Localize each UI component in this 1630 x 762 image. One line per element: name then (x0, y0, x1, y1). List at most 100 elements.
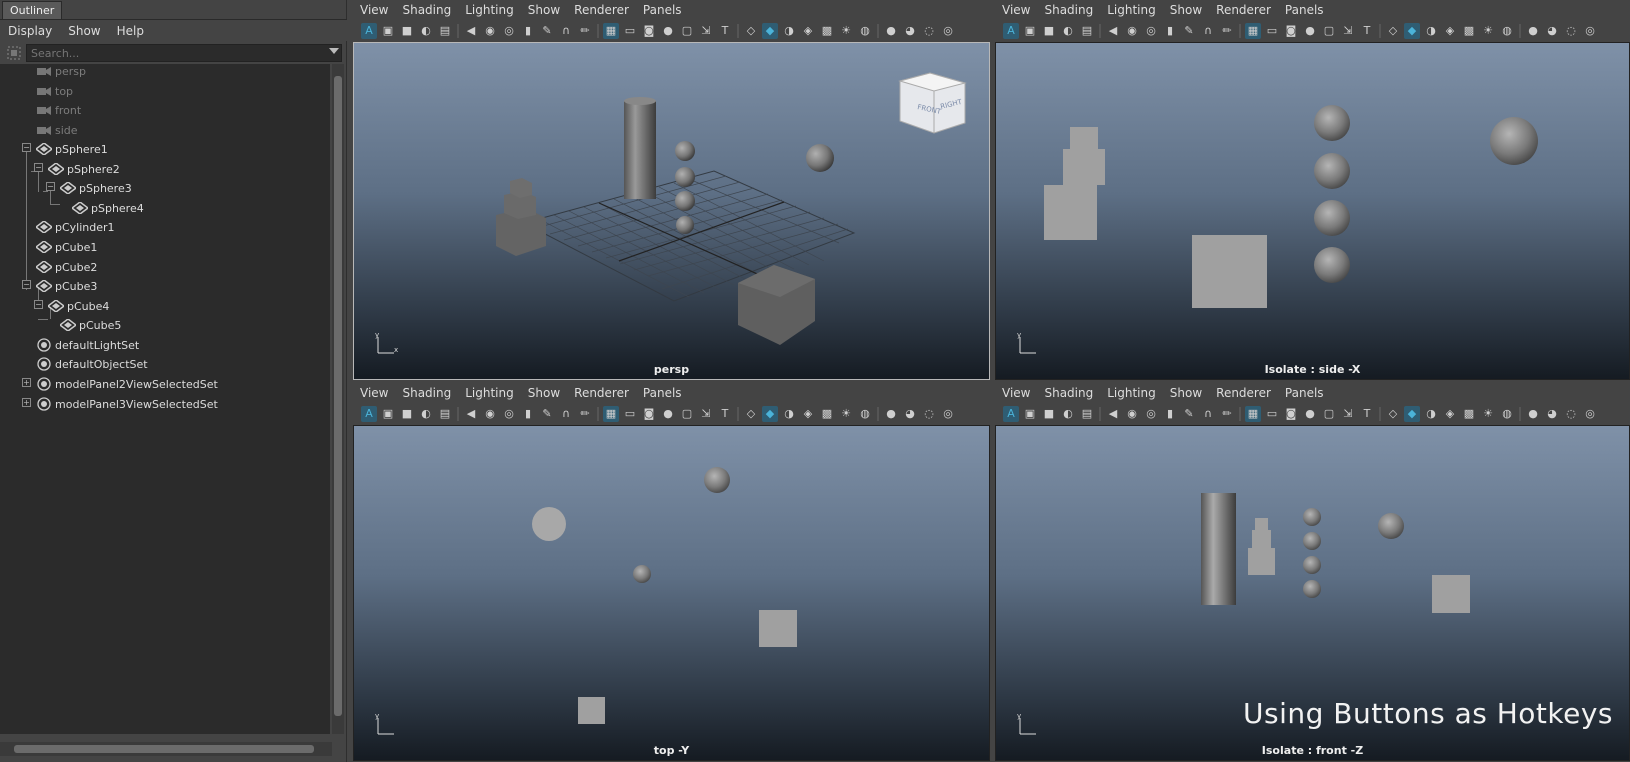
film-gate-icon[interactable]: ◉ (1124, 406, 1140, 422)
collapse-toggle[interactable]: − (22, 280, 31, 289)
wire-on-shaded-icon[interactable]: ◈ (1442, 406, 1458, 422)
text-icon[interactable]: T (1359, 406, 1375, 422)
film-gate-icon[interactable]: ◉ (482, 406, 498, 422)
image-plane-icon[interactable]: ◐ (418, 406, 434, 422)
light-icon[interactable]: ☀ (838, 406, 854, 422)
list-item[interactable]: pCube5 (60, 315, 121, 335)
resolution-icon[interactable]: ◎ (1143, 406, 1159, 422)
shadows-icon[interactable]: ◍ (857, 23, 873, 39)
field-chart-icon[interactable]: ◙ (641, 23, 657, 39)
vertical-scrollbar[interactable] (332, 64, 344, 734)
grid-toggle-icon[interactable]: ▤ (437, 406, 453, 422)
scrollbar-thumb[interactable] (334, 76, 342, 716)
menu-shading[interactable]: Shading (395, 386, 458, 400)
image-plane-icon[interactable]: ◐ (1060, 406, 1076, 422)
list-item[interactable]: side (36, 120, 78, 140)
grid-toggle-icon[interactable]: ▤ (437, 23, 453, 39)
menu-shading[interactable]: Shading (1037, 386, 1100, 400)
camera-attr-icon[interactable]: ▣ (380, 406, 396, 422)
textured-icon[interactable]: ▩ (819, 23, 835, 39)
aa-icon[interactable]: ◌ (1563, 23, 1579, 39)
film-icon[interactable]: ▭ (622, 406, 638, 422)
magnet-icon[interactable]: ∩ (1200, 23, 1216, 39)
image-plane-icon[interactable]: ◐ (1060, 23, 1076, 39)
collapse-toggle[interactable]: − (34, 163, 43, 172)
isolate-icon[interactable]: ◎ (940, 23, 956, 39)
smooth-shade-icon[interactable]: ◆ (762, 23, 778, 39)
grid-icon[interactable]: ▦ (1245, 23, 1261, 39)
pencil-icon[interactable]: ✎ (539, 23, 555, 39)
list-item[interactable]: pCube1 (36, 237, 97, 257)
shadows-icon[interactable]: ◍ (857, 406, 873, 422)
outliner-tab[interactable]: Outliner (2, 1, 63, 19)
viewport-front[interactable]: y Using Buttons as Hotkeys Isolate : fro… (995, 425, 1630, 761)
resolution-icon[interactable]: ◎ (501, 23, 517, 39)
horizontal-scrollbar[interactable] (0, 742, 332, 756)
pencil-icon[interactable]: ✎ (1181, 406, 1197, 422)
film-icon[interactable]: ▭ (622, 23, 638, 39)
list-item[interactable]: modelPanel2ViewSelectedSet (36, 374, 218, 394)
circle-icon[interactable]: ● (660, 23, 676, 39)
circle-icon[interactable]: ● (660, 406, 676, 422)
paint-icon[interactable]: ✏ (1219, 23, 1235, 39)
wireframe-icon[interactable]: ◇ (1385, 406, 1401, 422)
list-item[interactable]: top (36, 81, 73, 101)
menu-view[interactable]: View (995, 386, 1037, 400)
menu-shading[interactable]: Shading (395, 3, 458, 17)
camera-icon[interactable]: ◀ (463, 406, 479, 422)
text-icon[interactable]: T (717, 23, 733, 39)
menu-show[interactable]: Show (60, 24, 108, 38)
film-icon[interactable]: ▭ (1264, 23, 1280, 39)
list-item[interactable]: pCube3 (36, 276, 97, 296)
collapse-toggle[interactable]: − (34, 300, 43, 309)
light-icon[interactable]: ☀ (838, 23, 854, 39)
viewport-persp[interactable]: FRONT RIGHT yx persp (353, 42, 990, 380)
list-item[interactable]: pCylinder1 (36, 217, 115, 237)
ao-icon[interactable]: ● (883, 406, 899, 422)
expand-toggle[interactable]: + (22, 398, 31, 407)
textured-icon[interactable]: ▩ (1461, 406, 1477, 422)
grid-icon[interactable]: ▦ (603, 23, 619, 39)
default-material-icon[interactable]: ◑ (1423, 23, 1439, 39)
wire-on-shaded-icon[interactable]: ◈ (800, 406, 816, 422)
motion-blur-icon[interactable]: ◕ (1544, 23, 1560, 39)
isolate-icon[interactable]: ◎ (1582, 406, 1598, 422)
collapse-toggle[interactable]: − (46, 182, 55, 191)
film-icon[interactable]: ▭ (1264, 406, 1280, 422)
list-item[interactable]: pSphere2 (48, 159, 120, 179)
motion-blur-icon[interactable]: ◕ (902, 23, 918, 39)
textured-icon[interactable]: ▩ (819, 406, 835, 422)
menu-shading[interactable]: Shading (1037, 3, 1100, 17)
safe-action-icon[interactable]: ▮ (1162, 406, 1178, 422)
filter-icon[interactable] (4, 43, 24, 63)
menu-lighting[interactable]: Lighting (458, 3, 521, 17)
menu-lighting[interactable]: Lighting (1100, 386, 1163, 400)
list-item[interactable]: front (36, 100, 81, 120)
camera-attr-icon[interactable]: ▣ (380, 23, 396, 39)
paint-icon[interactable]: ✏ (577, 406, 593, 422)
menu-renderer[interactable]: Renderer (1209, 386, 1278, 400)
viewport-side[interactable]: y Isolate : side -X (995, 42, 1630, 380)
viewport-top[interactable]: y top -Y (353, 425, 990, 761)
bookmark-icon[interactable]: ■ (1041, 406, 1057, 422)
default-material-icon[interactable]: ◑ (1423, 406, 1439, 422)
select-camera-icon[interactable]: A (1003, 406, 1019, 422)
list-item[interactable]: pSphere3 (60, 178, 132, 198)
frame-icon[interactable]: ▢ (1321, 23, 1337, 39)
aa-icon[interactable]: ◌ (921, 406, 937, 422)
list-item[interactable]: modelPanel3ViewSelectedSet (36, 394, 218, 414)
menu-panels[interactable]: Panels (1278, 386, 1331, 400)
frame-icon[interactable]: ▢ (1321, 406, 1337, 422)
textured-icon[interactable]: ▩ (1461, 23, 1477, 39)
list-item[interactable]: pCube4 (48, 296, 109, 316)
smooth-shade-icon[interactable]: ◆ (762, 406, 778, 422)
grid-icon[interactable]: ▦ (603, 406, 619, 422)
viewcube[interactable]: FRONT RIGHT (898, 72, 967, 134)
ao-icon[interactable]: ● (1525, 406, 1541, 422)
list-item[interactable]: pCube2 (36, 257, 97, 277)
list-item[interactable]: defaultLightSet (36, 335, 139, 355)
camera-icon[interactable]: ◀ (1105, 23, 1121, 39)
wireframe-icon[interactable]: ◇ (1385, 23, 1401, 39)
bookmark-icon[interactable]: ■ (399, 23, 415, 39)
wire-on-shaded-icon[interactable]: ◈ (1442, 23, 1458, 39)
